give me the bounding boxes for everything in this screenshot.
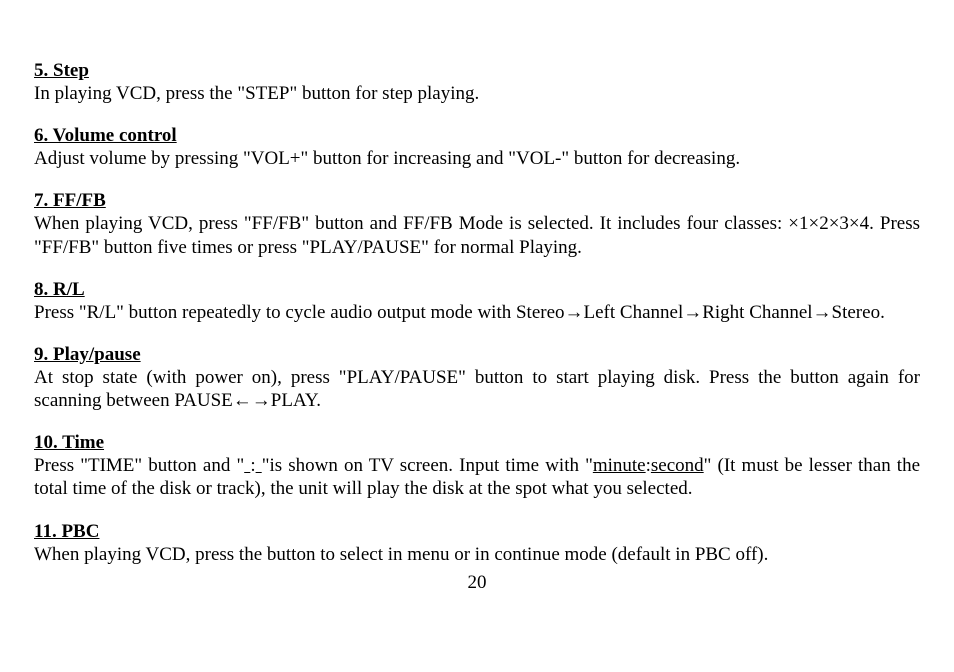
heading-fffb: 7. FF/FB	[34, 190, 920, 212]
heading-volume: 6. Volume control	[34, 125, 920, 147]
body-step: In playing VCD, press the "STEP" button …	[34, 82, 920, 105]
time-minute: minute	[593, 455, 646, 476]
body-playpause: At stop state (with power on), press "PL…	[34, 366, 920, 412]
body-rl: Press "R/L" button repeatedly to cycle a…	[34, 301, 920, 324]
time-body-pre: Press "TIME" button and "	[34, 455, 244, 476]
section-rl: 8. R/L Press "R/L" button repeatedly to …	[34, 279, 920, 324]
heading-step: 5. Step	[34, 60, 920, 82]
body-volume: Adjust volume by pressing "VOL+" button …	[34, 147, 920, 170]
body-pbc: When playing VCD, press the button to se…	[34, 543, 920, 566]
section-fffb: 7. FF/FB When playing VCD, press "FF/FB"…	[34, 190, 920, 258]
time-colon: :	[250, 455, 255, 476]
page-number: 20	[34, 572, 920, 594]
heading-rl: 8. R/L	[34, 279, 920, 301]
section-playpause: 9. Play/pause At stop state (with power …	[34, 344, 920, 412]
section-pbc: 11. PBC When playing VCD, press the butt…	[34, 521, 920, 566]
heading-pbc: 11. PBC	[34, 521, 920, 543]
heading-playpause: 9. Play/pause	[34, 344, 920, 366]
time-second: second	[651, 455, 704, 476]
section-volume: 6. Volume control Adjust volume by press…	[34, 125, 920, 170]
body-time: Press "TIME" button and " : "is shown on…	[34, 454, 920, 500]
heading-time: 10. Time	[34, 432, 920, 454]
document-page: 5. Step In playing VCD, press the "STEP"…	[0, 0, 954, 594]
section-time: 10. Time Press "TIME" button and " : "is…	[34, 432, 920, 500]
time-body-mid: "is shown on TV screen. Input time with …	[262, 455, 593, 476]
section-step: 5. Step In playing VCD, press the "STEP"…	[34, 60, 920, 105]
body-fffb: When playing VCD, press "FF/FB" button a…	[34, 212, 920, 258]
